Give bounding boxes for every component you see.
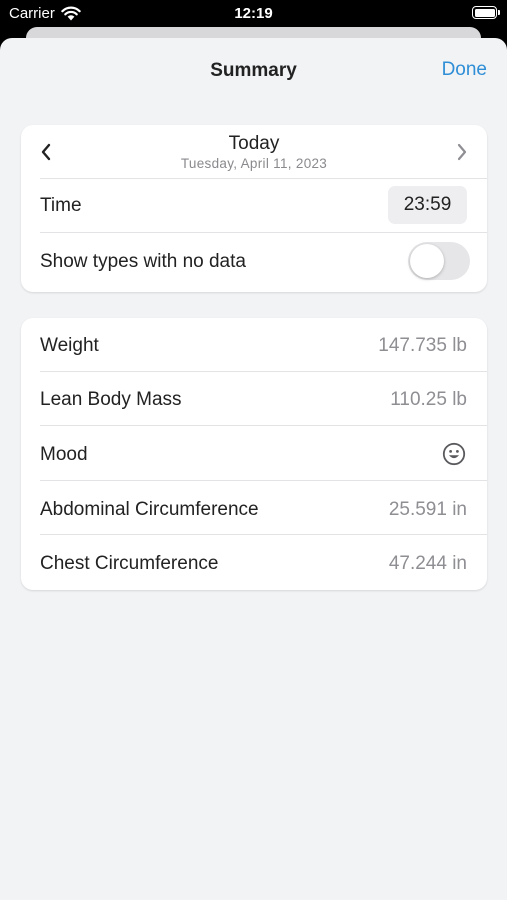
status-time: 12:19 (234, 5, 273, 22)
mood-label: Mood (40, 444, 88, 465)
weight-label: Weight (40, 335, 99, 356)
divider (40, 480, 487, 481)
divider (40, 232, 487, 233)
battery-icon (472, 6, 500, 19)
date-title: Today (228, 133, 280, 154)
chevron-right-icon[interactable] (455, 141, 469, 163)
battery-fill (474, 8, 495, 17)
lean-body-mass-value: 110.25 lb (390, 389, 467, 410)
divider (40, 178, 487, 179)
summary-sheet: Summary Done Today Tuesday, April 11, 20… (0, 38, 507, 900)
weight-value: 147.735 lb (378, 335, 467, 356)
measurements-card: Weight 147.735 lb Lean Body Mass 110.25 … (21, 318, 487, 590)
divider (40, 425, 487, 426)
time-picker[interactable]: 23:59 (388, 186, 467, 224)
divider (40, 534, 487, 535)
divider (40, 371, 487, 372)
date-settings-card: Today Tuesday, April 11, 2023 Time 23:59… (21, 125, 487, 292)
done-button[interactable]: Done (442, 59, 487, 81)
show-empty-types-label: Show types with no data (40, 251, 246, 272)
page-title: Summary (210, 60, 297, 81)
show-empty-types-toggle[interactable] (408, 242, 470, 280)
smiley-face-icon (442, 442, 466, 466)
toggle-knob (410, 244, 444, 278)
chest-circumference-label: Chest Circumference (40, 553, 219, 574)
chest-circumference-value: 47.244 in (388, 553, 467, 574)
status-bar: Carrier 12:19 (0, 0, 507, 28)
lean-body-mass-label: Lean Body Mass (40, 389, 182, 410)
abdominal-circumference-label: Abdominal Circumference (40, 499, 259, 520)
abdominal-circumference-value: 25.591 in (388, 499, 467, 520)
time-label: Time (40, 195, 82, 216)
date-subtitle: Tuesday, April 11, 2023 (180, 156, 328, 171)
